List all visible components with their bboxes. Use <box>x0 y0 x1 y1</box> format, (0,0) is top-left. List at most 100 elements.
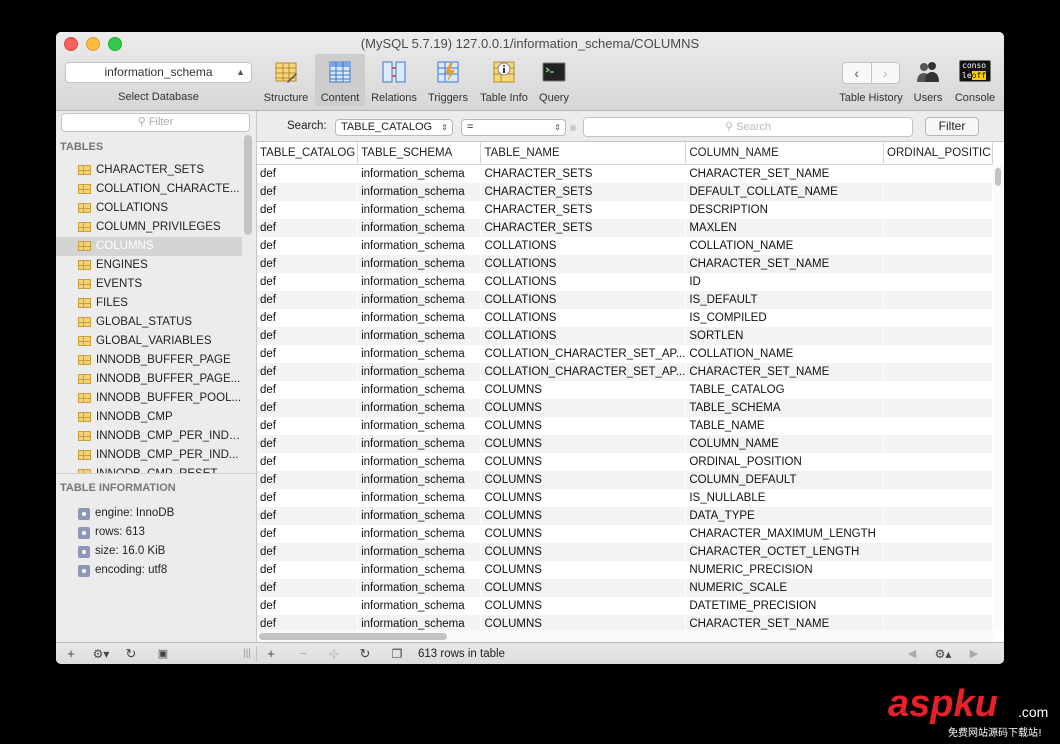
content-tab-button[interactable]: Content <box>315 54 365 106</box>
column-header[interactable]: ORDINAL_POSITIC <box>883 142 993 165</box>
duplicate-row-button[interactable]: ⊹ <box>322 643 346 664</box>
table-cell[interactable]: information_schema <box>357 453 482 471</box>
table-cell[interactable] <box>883 219 993 237</box>
table-cell[interactable]: COLUMNS <box>480 525 687 543</box>
table-cell[interactable] <box>883 525 993 543</box>
split-handle[interactable]: ||| <box>240 643 254 664</box>
table-cell[interactable]: information_schema <box>357 327 482 345</box>
table-cell[interactable]: COLUMNS <box>480 615 687 630</box>
table-cell[interactable]: COLLATIONS <box>480 255 687 273</box>
search-operator-select[interactable]: = ⇕ <box>461 119 566 136</box>
table-cell[interactable]: TABLE_NAME <box>685 417 885 435</box>
table-cell[interactable]: def <box>257 201 359 219</box>
table-cell[interactable]: def <box>257 597 359 615</box>
table-cell[interactable]: COLLATIONS <box>480 327 687 345</box>
table-cell[interactable] <box>883 399 993 417</box>
table-actions-button[interactable]: ⚙▾ <box>88 643 114 664</box>
table-cell[interactable] <box>883 507 993 525</box>
table-cell[interactable]: COLLATION_NAME <box>685 237 885 255</box>
add-table-button[interactable]: + <box>60 643 82 664</box>
table-cell[interactable]: COLLATION_CHARACTER_SET_AP... <box>480 345 687 363</box>
table-cell[interactable]: NUMERIC_PRECISION <box>685 561 885 579</box>
sidebar-table-item[interactable]: INNODB_BUFFER_PAGE... <box>56 370 242 389</box>
table-cell[interactable] <box>883 255 993 273</box>
table-cell[interactable]: information_schema <box>357 579 482 597</box>
table-cell[interactable]: IS_DEFAULT <box>685 291 885 309</box>
table-cell[interactable]: def <box>257 453 359 471</box>
table-cell[interactable]: DEFAULT_COLLATE_NAME <box>685 183 885 201</box>
table-row[interactable]: def information_schema COLUMNS ORDINAL_POSI… <box>257 453 993 471</box>
table-cell[interactable]: CHARACTER_SETS <box>480 201 687 219</box>
table-cell[interactable]: MAXLEN <box>685 219 885 237</box>
previous-page-button[interactable]: ◀ <box>902 643 922 664</box>
table-cell[interactable]: information_schema <box>357 561 482 579</box>
export-button[interactable]: ❐ <box>386 643 408 664</box>
sidebar-table-item[interactable]: COLUMN_PRIVILEGES <box>56 218 242 237</box>
table-cell[interactable] <box>883 327 993 345</box>
table-cell[interactable]: COLLATIONS <box>480 237 687 255</box>
table-cell[interactable] <box>883 237 993 255</box>
table-cell[interactable]: def <box>257 435 359 453</box>
database-select[interactable]: information_schema ▲ <box>65 62 252 83</box>
table-cell[interactable]: COLLATIONS <box>480 273 687 291</box>
table-row[interactable]: def information_schema COLLATIONS ID <box>257 273 993 291</box>
table-cell[interactable]: IS_COMPILED <box>685 309 885 327</box>
table-cell[interactable]: information_schema <box>357 363 482 381</box>
table-cell[interactable] <box>883 363 993 381</box>
table-cell[interactable]: def <box>257 255 359 273</box>
table-cell[interactable] <box>883 471 993 489</box>
sidebar-table-item[interactable]: GLOBAL_STATUS <box>56 313 242 332</box>
next-page-button[interactable]: ▶ <box>964 643 984 664</box>
table-cell[interactable] <box>883 417 993 435</box>
table-cell[interactable]: COLUMNS <box>480 489 687 507</box>
table-cell[interactable]: def <box>257 417 359 435</box>
table-row[interactable]: def information_schema COLUMNS CHARACTER_OC… <box>257 543 993 561</box>
table-cell[interactable]: SORTLEN <box>685 327 885 345</box>
table-row[interactable]: def information_schema CHARACTER_SETS DEFAU… <box>257 183 993 201</box>
table-row[interactable]: def information_schema CHARACTER_SETS DESCR… <box>257 201 993 219</box>
table-cell[interactable]: information_schema <box>357 507 482 525</box>
table-cell[interactable]: TABLE_SCHEMA <box>685 399 885 417</box>
table-cell[interactable]: information_schema <box>357 489 482 507</box>
table-row[interactable]: def information_schema COLLATIONS COLLATION… <box>257 237 993 255</box>
table-cell[interactable]: information_schema <box>357 164 482 183</box>
table-cell[interactable]: information_schema <box>357 417 482 435</box>
table-cell[interactable]: COLUMNS <box>480 597 687 615</box>
table-cell[interactable]: CHARACTER_SETS <box>480 164 687 183</box>
table-cell[interactable]: def <box>257 471 359 489</box>
table-cell[interactable]: def <box>257 381 359 399</box>
table-cell[interactable] <box>883 201 993 219</box>
sidebar-table-item[interactable]: INNODB_BUFFER_PAGE <box>56 351 242 370</box>
relations-tab-button[interactable]: Relations <box>368 54 420 106</box>
table-cell[interactable]: DESCRIPTION <box>685 201 885 219</box>
sidebar-filter-input[interactable]: ⚲ Filter <box>61 113 250 132</box>
table-cell[interactable]: COLUMNS <box>480 471 687 489</box>
table-cell[interactable]: COLUMNS <box>480 579 687 597</box>
table-cell[interactable]: COLLATIONS <box>480 291 687 309</box>
table-row[interactable]: def information_schema COLUMNS DATETIME_PRE… <box>257 597 993 615</box>
table-cell[interactable]: information_schema <box>357 615 482 630</box>
table-cell[interactable]: COLUMNS <box>480 507 687 525</box>
table-row[interactable]: def information_schema COLUMNS NUMERIC_PREC… <box>257 561 993 579</box>
table-row[interactable]: def information_schema COLUMNS COLUMN_DEFAU… <box>257 471 993 489</box>
sidebar-table-item[interactable]: INNODB_CMP <box>56 408 242 427</box>
table-cell[interactable]: COLUMNS <box>480 381 687 399</box>
table-cell[interactable] <box>883 183 993 201</box>
table-cell[interactable]: information_schema <box>357 435 482 453</box>
sidebar-table-item[interactable]: EVENTS <box>56 275 242 294</box>
table-cell[interactable]: def <box>257 219 359 237</box>
table-cell[interactable]: COLUMNS <box>480 453 687 471</box>
grid-horizontal-scrollbar[interactable] <box>257 630 993 642</box>
refresh-tables-button[interactable]: ↻ <box>120 643 142 664</box>
table-cell[interactable]: CHARACTER_OCTET_LENGTH <box>685 543 885 561</box>
sidebar-table-item[interactable]: GLOBAL_VARIABLES <box>56 332 242 351</box>
structure-tab-button[interactable]: Structure <box>260 54 312 106</box>
table-cell[interactable]: COLUMNS <box>480 399 687 417</box>
table-cell[interactable]: def <box>257 561 359 579</box>
table-cell[interactable]: def <box>257 164 359 183</box>
table-row[interactable]: def information_schema COLUMNS CHARACTER_MA… <box>257 525 993 543</box>
table-cell[interactable]: DATA_TYPE <box>685 507 885 525</box>
table-cell[interactable] <box>883 345 993 363</box>
table-cell[interactable]: information_schema <box>357 345 482 363</box>
table-row[interactable]: def information_schema COLUMNS CHARACTER_SE… <box>257 615 993 630</box>
